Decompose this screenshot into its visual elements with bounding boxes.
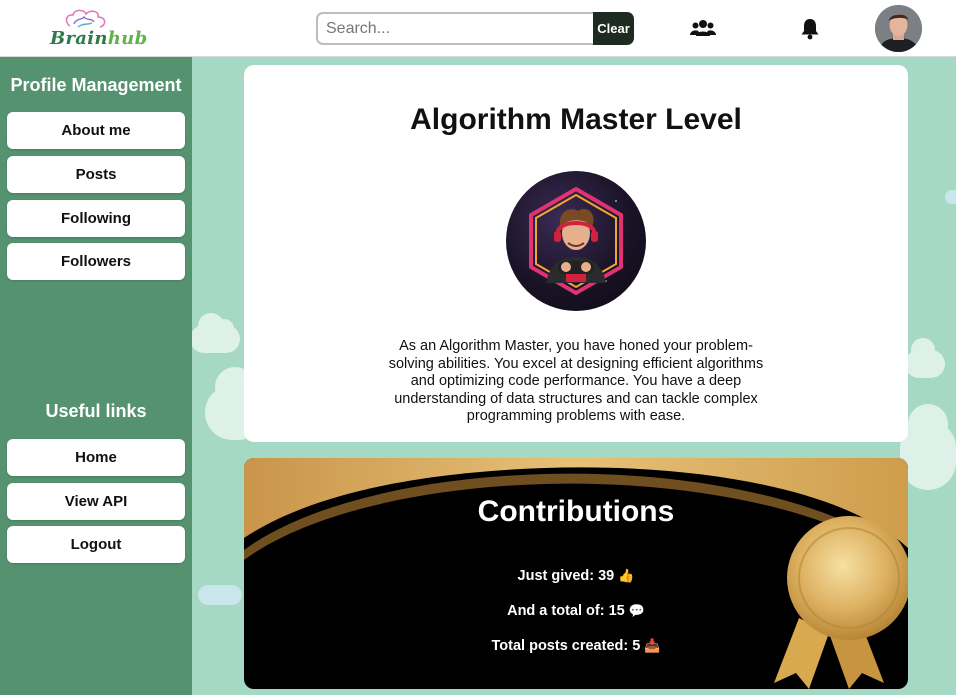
bell-icon[interactable]	[797, 16, 823, 42]
profile-management-heading: Profile Management	[10, 75, 182, 95]
sidebar-link-logout[interactable]: Logout	[7, 526, 185, 563]
comments-total-stat: And a total of: 15 💬	[244, 603, 908, 619]
contributions-title: Contributions	[477, 495, 675, 528]
sidebar: Profile Management About me Posts Follow…	[0, 57, 192, 695]
user-avatar[interactable]	[875, 5, 922, 52]
background-cloud	[905, 338, 945, 378]
sidebar-item-about-me[interactable]: About me	[7, 112, 185, 149]
contributions-card: Contributions Just gived: 39 👍 And a tota…	[244, 458, 908, 689]
background-cloud	[945, 190, 956, 204]
sidebar-item-followers[interactable]: Followers	[7, 243, 185, 280]
level-title: Algorithm Master Level	[410, 103, 742, 136]
likes-given-stat: Just gived: 39 👍	[244, 568, 908, 584]
logo-text: Brainhub	[50, 28, 148, 49]
posts-created-stat: Total posts created: 5 📥	[244, 638, 908, 654]
background-cloud	[900, 404, 956, 490]
background-cloud	[198, 585, 242, 605]
thumbs-up-icon: 👍	[618, 569, 635, 584]
comment-icon: 💬	[628, 604, 645, 619]
likes-given-text: Just gived: 39	[517, 568, 615, 584]
posts-created-text: Total posts created: 5	[491, 638, 641, 654]
inbox-tray-icon: 📥	[644, 639, 661, 654]
top-navbar: Brainhub Clear	[0, 0, 956, 57]
background-cloud	[190, 313, 240, 353]
friends-icon[interactable]	[690, 16, 716, 42]
useful-links-heading: Useful links	[45, 401, 147, 421]
level-card: Algorithm Master Level As an Algorithm M…	[244, 65, 908, 442]
level-description: As an Algorithm Master, you have honed y…	[388, 338, 764, 424]
gamer-mascot-icon	[529, 186, 623, 296]
sidebar-link-view-api[interactable]: View API	[7, 483, 185, 520]
sidebar-link-home[interactable]: Home	[7, 439, 185, 476]
level-badge-image	[506, 171, 646, 311]
sidebar-item-posts[interactable]: Posts	[7, 156, 185, 193]
clear-button[interactable]: Clear	[593, 12, 634, 45]
comments-total-text: And a total of: 15	[507, 603, 625, 619]
sidebar-item-following[interactable]: Following	[7, 200, 185, 237]
search-bar: Clear	[316, 12, 634, 45]
brainhub-logo[interactable]: Brainhub	[48, 8, 147, 50]
avatar-photo	[875, 5, 922, 52]
search-input[interactable]	[316, 12, 593, 45]
